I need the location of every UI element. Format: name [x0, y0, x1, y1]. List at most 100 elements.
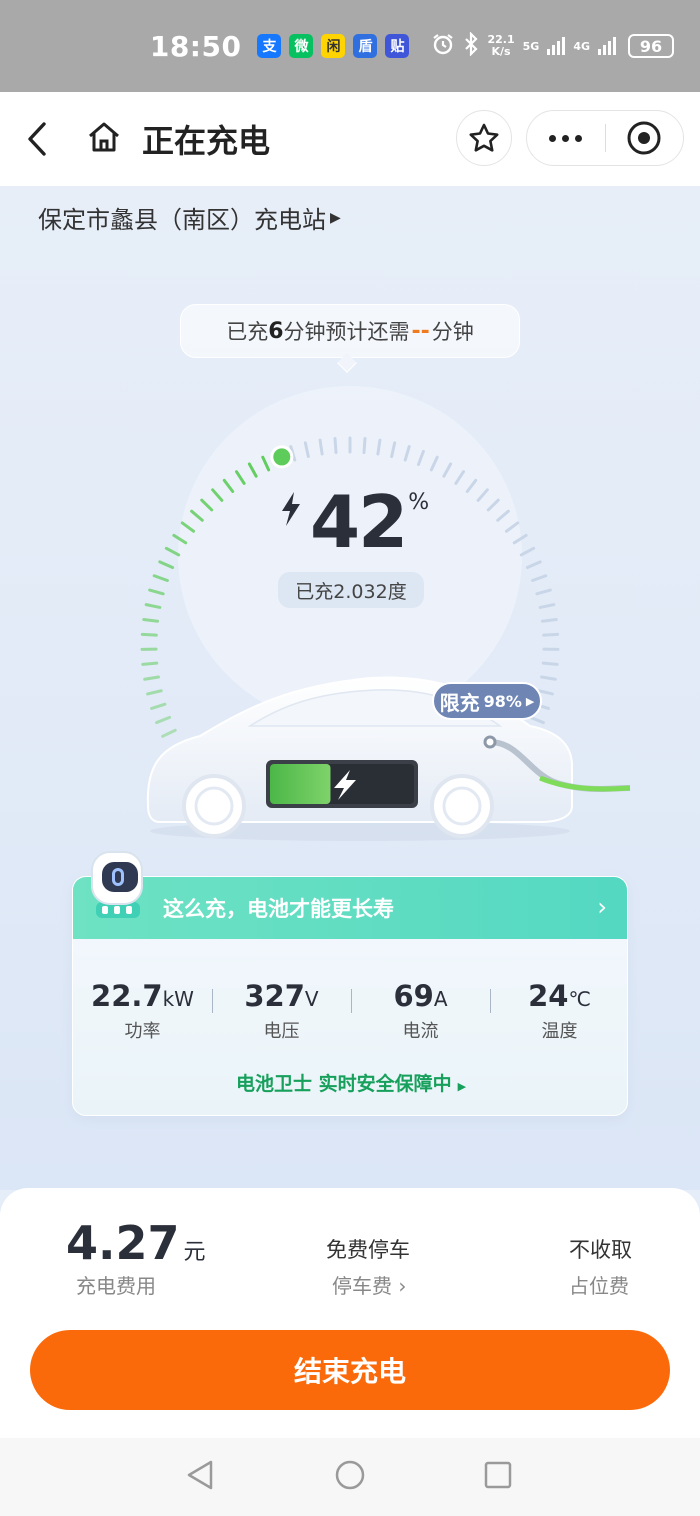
metric-value: 24 — [528, 979, 569, 1013]
caret-right-icon: ▶ — [457, 1080, 467, 1093]
battery-guard-text: 电池卫士 实时安全保障中 — [235, 1073, 452, 1095]
percent-sign: % — [408, 490, 430, 515]
gauge-tick — [362, 437, 367, 455]
fee-label: 充电费用 — [76, 1274, 156, 1298]
gauge-tick — [142, 617, 160, 623]
more-options-icon[interactable] — [527, 110, 605, 166]
charge-limit-button[interactable]: 限充 98% ▶ — [432, 682, 542, 720]
gauge-tick — [318, 438, 324, 456]
back-arrow-icon[interactable] — [22, 120, 56, 158]
metric-value: 69 — [393, 979, 434, 1013]
gauge-tick — [535, 588, 552, 596]
system-nav-bar — [0, 1438, 700, 1516]
parking-title: 免费停车 — [326, 1238, 410, 1262]
lightning-bolt-icon — [282, 492, 300, 526]
battery-level: 96 — [639, 36, 663, 56]
metric-unit: kW — [162, 987, 194, 1011]
signal-4g-label: 4G — [573, 39, 590, 53]
gauge-tick — [525, 560, 542, 570]
battery-icon: 96 — [628, 34, 674, 58]
end-charging-button[interactable]: 结束充电 — [30, 1330, 670, 1410]
close-target-icon[interactable] — [606, 110, 684, 166]
metric-label: 电流 — [402, 1021, 439, 1042]
star-icon — [469, 123, 499, 152]
gauge-tick — [152, 574, 169, 582]
metric-unit: V — [304, 987, 319, 1011]
net-speed-unit: K/s — [491, 45, 511, 58]
remaining-minutes: -- — [411, 318, 430, 344]
gauge-tick — [540, 617, 558, 623]
gauge-tick — [376, 438, 382, 456]
favorite-star-button[interactable] — [456, 110, 512, 166]
charge-time-prefix: 已充 — [226, 320, 269, 344]
xianyu-icon: 闲 — [321, 34, 346, 58]
metric-unit: ℃ — [568, 987, 591, 1011]
battery-illustration — [266, 760, 418, 808]
bluetooth-icon — [463, 30, 479, 61]
metric-value: 22.7 — [91, 979, 163, 1013]
battery-guard-link[interactable]: 电池卫士 实时安全保障中 ▶ — [73, 1069, 627, 1096]
gauge-tick — [542, 632, 560, 637]
home-icon[interactable] — [86, 119, 122, 155]
robot-mascot-icon — [91, 851, 143, 918]
wechat-icon: 微 — [289, 34, 314, 58]
nav-bar: 正在充电 — [0, 92, 700, 186]
gauge-tick — [148, 588, 165, 596]
metric-temperature: 24℃ 温度 — [490, 979, 627, 1043]
battery-tips-card: 这么充，电池才能更长寿 › 22.7kW 功率 327V 电压 69A 电流 2… — [72, 876, 628, 1116]
metric-value: 327 — [244, 979, 305, 1013]
mini-program-capsule — [526, 110, 684, 166]
fee-unit: 元 — [183, 1240, 206, 1265]
car-illustration — [146, 676, 631, 841]
percent-value: 42 — [310, 480, 408, 564]
system-home-icon[interactable] — [335, 1460, 365, 1490]
page-title: 正在充电 — [142, 122, 271, 160]
gauge-progress-dot — [270, 445, 294, 469]
charge-time-middle: 分钟预计还需 — [283, 320, 410, 344]
gauge-tick — [140, 632, 158, 637]
system-back-icon[interactable] — [187, 1460, 213, 1490]
charge-time-suffix: 分钟 — [431, 320, 474, 344]
status-time: 18:50 — [149, 29, 242, 63]
occupancy-title: 不收取 — [569, 1238, 632, 1262]
bottom-sheet: 4.27 元 充电费用 免费停车 停车费 › 不收取 占位费 结束充电 — [0, 1188, 700, 1438]
gauge-tick — [158, 560, 175, 570]
chevron-right-icon: › — [597, 893, 607, 921]
gauge-tick — [333, 437, 338, 455]
alarm-icon — [431, 32, 455, 61]
gauge-tick — [144, 603, 162, 609]
battery-tips-header[interactable]: 这么充，电池才能更长寿 › — [73, 877, 627, 939]
metric-current: 69A 电流 — [351, 979, 490, 1043]
gauge-tick — [538, 603, 556, 609]
metric-power: 22.7kW 功率 — [73, 979, 212, 1043]
parking-fee-link[interactable]: 停车费 › — [332, 1270, 406, 1299]
charge-percent: 42 % — [280, 482, 430, 572]
charge-time-bubble: 已充 6 分钟预计还需 -- 分钟 — [180, 304, 520, 358]
alipay-icon: 支 — [257, 34, 282, 58]
signal-5g-icon — [547, 37, 566, 55]
tieba-icon: 贴 — [385, 34, 410, 58]
metric-label: 温度 — [541, 1021, 578, 1042]
metric-label: 功率 — [124, 1021, 161, 1042]
limit-label: 限充 — [439, 690, 480, 715]
metric-voltage: 327V 电压 — [212, 979, 351, 1043]
occupancy-label: 占位费 — [569, 1274, 629, 1298]
fee-amount: 4.27 — [66, 1216, 180, 1270]
shield-app-icon: 盾 — [353, 34, 378, 58]
battery-tips-title: 这么充，电池才能更长寿 — [163, 897, 394, 921]
gauge-tick — [531, 574, 548, 582]
system-recents-icon[interactable] — [484, 1461, 512, 1489]
charged-energy: 已充2.032度 — [278, 572, 424, 608]
gauge-tick — [519, 546, 536, 557]
signal-5g-label: 5G — [522, 39, 540, 53]
charging-fee: 4.27 元 — [66, 1216, 206, 1270]
charging-metrics: 22.7kW 功率 327V 电压 69A 电流 24℃ 温度 — [73, 979, 627, 1043]
limit-value: 98% — [483, 691, 522, 711]
gauge-tick — [164, 546, 181, 557]
caret-right-icon: ▶ — [525, 694, 535, 708]
charging-main: 保定市蠡县（南区）充电站 ▶ 已充 6 分钟预计还需 -- 分钟 42 % 已充2.03… — [0, 186, 700, 1190]
signal-4g-icon — [598, 37, 616, 55]
charged-minutes: 6 — [268, 318, 284, 344]
metric-unit: A — [433, 987, 448, 1011]
metric-label: 电压 — [263, 1021, 300, 1042]
